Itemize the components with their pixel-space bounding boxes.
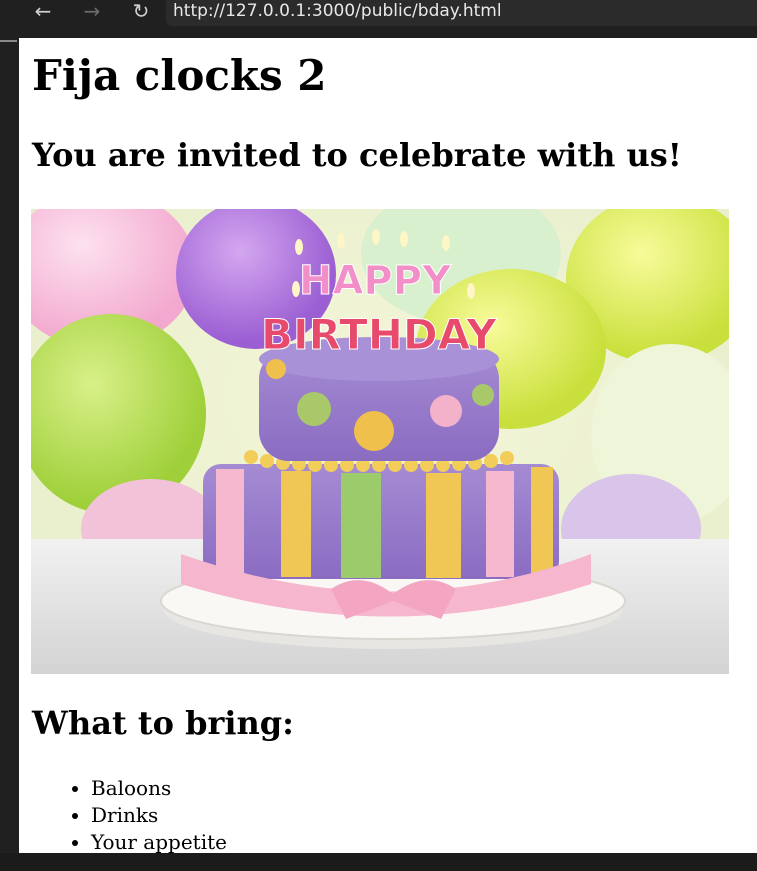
arrow-left-icon: ← — [34, 0, 52, 23]
bring-list: Baloons Drinks Your appetite — [50, 775, 227, 853]
candle-letters-happy: HAPPY — [299, 258, 452, 304]
birthday-cake-image: HAPPY BIRTHDAY — [31, 209, 729, 674]
cake-stripe — [216, 469, 244, 577]
page-title: Fija clocks 2 — [32, 51, 327, 100]
page-viewport: Fija clocks 2 You are invited to celebra… — [19, 38, 757, 853]
cake-stripe — [486, 471, 514, 577]
left-side-strip — [0, 30, 19, 853]
reload-button[interactable]: ↻ — [127, 0, 155, 24]
cake-stripe — [341, 473, 381, 578]
cake-dot — [266, 359, 286, 379]
cake-stripe — [531, 467, 553, 575]
cake-dot — [430, 395, 462, 427]
reload-icon: ↻ — [132, 0, 150, 23]
cake-stripe — [426, 473, 461, 578]
cake-dot — [472, 384, 494, 406]
bottom-bar — [0, 853, 757, 871]
strip-marker — [0, 40, 17, 42]
candle-letters-birthday: BIRTHDAY — [261, 310, 497, 359]
list-item: Drinks — [91, 802, 227, 829]
forward-button[interactable]: → — [78, 0, 106, 24]
address-bar-url: http://127.0.0.1:3000/public/bday.html — [173, 1, 502, 21]
browser-toolbar: ← → ↻ http://127.0.0.1:3000/public/bday.… — [0, 0, 757, 30]
arrow-right-icon: → — [83, 0, 101, 23]
cake-stripe — [281, 471, 311, 577]
bring-heading: What to bring: — [32, 704, 294, 742]
back-button[interactable]: ← — [29, 0, 57, 24]
list-item: Baloons — [91, 775, 227, 802]
list-item: Your appetite — [91, 829, 227, 853]
cake-dot — [354, 411, 394, 451]
cake-dot — [297, 392, 331, 426]
address-bar[interactable]: http://127.0.0.1:3000/public/bday.html — [166, 0, 757, 26]
invite-heading: You are invited to celebrate with us! — [32, 136, 682, 174]
